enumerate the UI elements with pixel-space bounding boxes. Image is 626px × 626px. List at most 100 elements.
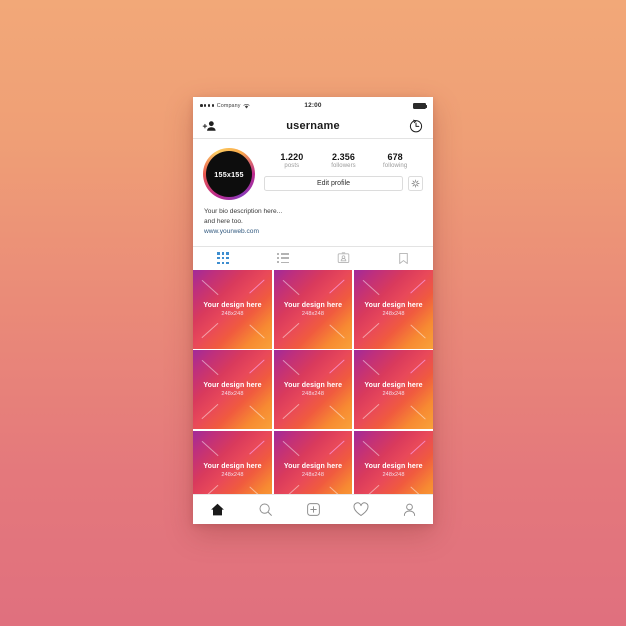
tab-saved[interactable]: [373, 247, 433, 270]
stat-followers[interactable]: 2.356 followers: [326, 152, 360, 169]
post-cell[interactable]: Your design here 248x248: [354, 269, 433, 349]
profile-stats: 1.220 posts 2.356 followers 678 followin…: [264, 148, 423, 169]
profile-details: 1.220 posts 2.356 followers 678 followin…: [255, 148, 423, 200]
decor-streak: [362, 279, 380, 296]
post-cell-title: Your design here: [364, 462, 423, 470]
page-title: username: [286, 120, 340, 132]
decor-streak: [362, 323, 380, 339]
decor-streak: [201, 279, 219, 296]
post-cell-title: Your design here: [283, 301, 343, 309]
stat-following-label: following: [383, 163, 408, 169]
stat-posts-label: posts: [284, 163, 300, 169]
post-cell[interactable]: Your design here 248x248: [193, 350, 272, 430]
bio-section: Your bio description here... and here to…: [193, 200, 433, 246]
post-cell-title: Your design here: [283, 462, 343, 470]
post-cell[interactable]: Your design here 248x248: [354, 350, 433, 430]
stat-following[interactable]: 678 following: [378, 152, 412, 169]
tab-list[interactable]: [253, 247, 313, 270]
stat-followers-value: 2.356: [331, 152, 355, 162]
decor-streak: [362, 440, 380, 457]
status-right: [413, 102, 428, 109]
settings-button[interactable]: [408, 176, 423, 191]
post-cell-size: 248x248: [382, 471, 405, 478]
post-cell[interactable]: Your design here 248x248: [354, 430, 433, 494]
search-icon: [259, 503, 272, 516]
post-cell-title: Your design here: [283, 382, 343, 390]
post-cell[interactable]: Your design here 248x248: [273, 350, 353, 430]
decor-streak: [410, 486, 426, 494]
decor-streak: [410, 279, 426, 294]
post-cell-size: 248x248: [382, 310, 405, 317]
gear-icon: [411, 179, 420, 188]
decor-streak: [281, 403, 300, 420]
list-icon: [277, 252, 289, 264]
decor-streak: [329, 359, 346, 374]
avatar[interactable]: 155x155: [206, 151, 252, 197]
tab-grid[interactable]: [193, 247, 253, 270]
decor-streak: [201, 403, 219, 420]
post-cell-title: Your design here: [364, 301, 423, 309]
decor-streak: [281, 360, 300, 376]
profile-tabs: [193, 245, 433, 270]
tab-tagged[interactable]: [313, 247, 373, 270]
decor-streak: [329, 440, 346, 455]
top-nav-bar: username: [193, 114, 433, 139]
post-cell[interactable]: Your design here 248x248: [273, 430, 353, 494]
decor-streak: [362, 403, 380, 420]
story-ring-icon[interactable]: 155x155: [203, 148, 255, 200]
decor-streak: [410, 324, 426, 340]
clock-history-icon[interactable]: [408, 118, 424, 134]
decor-streak: [201, 323, 219, 339]
decor-streak: [281, 440, 300, 457]
stat-followers-label: followers: [331, 163, 356, 169]
profile-header: 155x155 1.220 posts 2.356 followers 678 …: [193, 139, 433, 200]
post-cell-title: Your design here: [203, 382, 262, 390]
bottom-nav-add[interactable]: [289, 502, 337, 517]
decor-streak: [249, 405, 265, 420]
bottom-nav-bar: [193, 494, 433, 524]
decor-streak: [329, 324, 346, 340]
person-icon: [403, 503, 415, 516]
post-cell-size: 248x248: [301, 471, 325, 478]
decor-streak: [201, 440, 219, 457]
stat-posts-value: 1.220: [280, 152, 304, 162]
edit-profile-button[interactable]: Edit profile: [264, 176, 403, 191]
phone-frame: Company 12:00 username 155x155 1.220 pos…: [193, 97, 433, 524]
grid-icon: [217, 252, 229, 264]
decor-streak: [249, 440, 265, 455]
post-cell-size: 248x248: [221, 391, 244, 398]
post-cell-size: 248x248: [301, 310, 325, 317]
bottom-nav-home[interactable]: [193, 502, 241, 517]
bio-line-1: Your bio description here...: [204, 208, 283, 215]
decor-streak: [281, 323, 300, 339]
decor-streak: [201, 360, 219, 376]
status-time: 12:00: [304, 102, 322, 109]
post-cell[interactable]: Your design here 248x248: [193, 269, 272, 349]
decor-streak: [329, 486, 346, 494]
decor-streak: [249, 359, 265, 374]
post-cell-size: 248x248: [382, 391, 405, 398]
bottom-nav-search[interactable]: [241, 502, 289, 517]
decor-streak: [281, 484, 300, 494]
decor-streak: [281, 279, 300, 296]
bookmark-icon: [398, 252, 408, 264]
post-grid: Your design here 248x248 Your design here 2…: [193, 269, 433, 494]
post-cell[interactable]: Your design here 248x248: [273, 269, 353, 349]
bottom-nav-likes[interactable]: [337, 502, 385, 517]
heart-icon: [353, 502, 369, 516]
post-cell-title: Your design here: [203, 301, 262, 309]
battery-icon: [413, 102, 428, 109]
bio-website-link[interactable]: www.yourweb.com: [204, 227, 422, 237]
stat-following-value: 678: [387, 152, 403, 162]
post-cell[interactable]: Your design here 248x248: [193, 430, 272, 494]
post-cell-size: 248x248: [221, 471, 244, 478]
decor-streak: [329, 405, 346, 420]
decor-streak: [249, 324, 265, 340]
home-icon: [210, 503, 224, 516]
stat-posts[interactable]: 1.220 posts: [275, 152, 309, 169]
decor-streak: [362, 484, 380, 494]
post-cell-title: Your design here: [203, 462, 262, 470]
bottom-nav-profile[interactable]: [385, 502, 433, 517]
add-person-icon[interactable]: [202, 118, 218, 134]
post-cell-size: 248x248: [221, 310, 244, 317]
